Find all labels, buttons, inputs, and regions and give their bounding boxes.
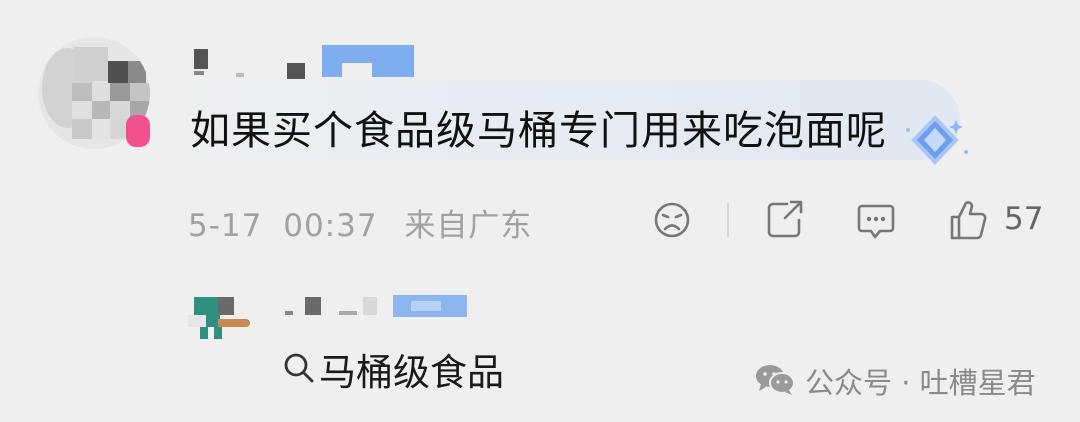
diamond-badge-icon [906, 115, 968, 165]
wechat-icon [756, 365, 795, 395]
thumbs-up-icon[interactable] [948, 198, 988, 242]
commenter-avatar[interactable] [38, 33, 150, 153]
share-icon[interactable] [765, 198, 805, 242]
comment-text: 如果买个食品级马桶专门用来吃泡面呢 [190, 108, 887, 154]
search-icon [284, 353, 314, 383]
search-link-label: 马桶级食品 [319, 351, 504, 394]
action-divider [727, 203, 729, 237]
comment-location: 来自广东 [404, 208, 533, 244]
commenter-username[interactable] [192, 45, 422, 81]
comment-date: 5-17 [188, 208, 263, 244]
reply-avatar[interactable] [188, 295, 250, 343]
watermark-text: 公众号 · 吐槽星君 [805, 366, 1036, 400]
comment-icon[interactable] [856, 198, 896, 242]
comment-meta: 5-17 00:37 来自广东 [188, 200, 532, 245]
sad-face-icon[interactable] [652, 198, 692, 242]
comment-screen: 如果买个食品级马桶专门用来吃泡面呢 5-17 00:37 来自广东 57 马桶级… [0, 0, 1080, 422]
like-count: 57 [1004, 201, 1044, 237]
comment-time: 00:37 [283, 208, 378, 244]
reply-username[interactable] [285, 295, 485, 319]
